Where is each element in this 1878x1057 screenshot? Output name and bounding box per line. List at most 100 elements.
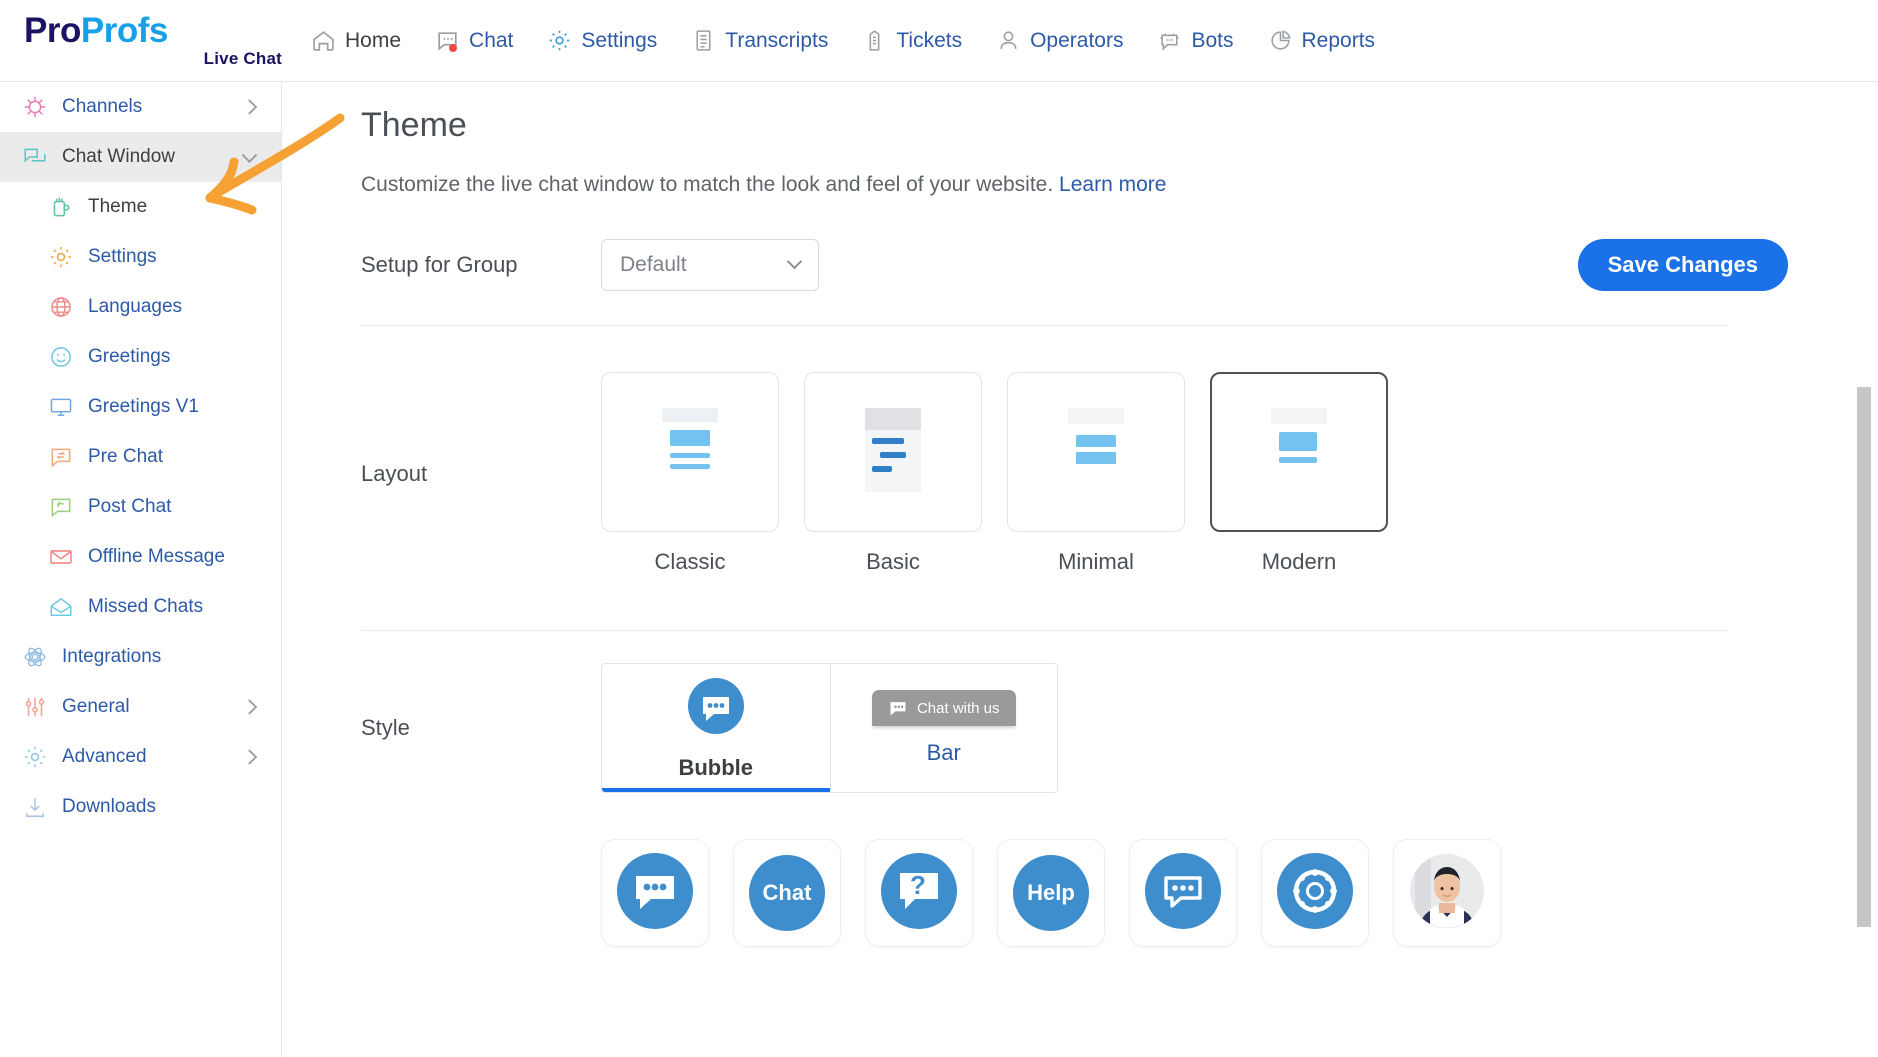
style-tab-bar[interactable]: Chat with us Bar bbox=[829, 664, 1057, 792]
nav-item-tickets[interactable]: Tickets bbox=[845, 18, 979, 63]
sidebar-item-theme[interactable]: Theme bbox=[0, 182, 281, 232]
chevron-down-icon bbox=[786, 253, 803, 269]
sidebar-item-post-chat[interactable]: Post Chat bbox=[0, 482, 281, 532]
page-subtitle: Customize the live chat window to match … bbox=[361, 173, 1878, 197]
layout-options: Classic Basic Minimal Modern bbox=[601, 372, 1388, 575]
layout-name-minimal: Minimal bbox=[1058, 549, 1134, 574]
main-content: Theme Customize the live chat window to … bbox=[283, 82, 1878, 1057]
gear-icon bbox=[547, 28, 572, 53]
brand-name-part1: Pro bbox=[24, 10, 81, 50]
layout-option-modern[interactable]: Modern bbox=[1210, 372, 1388, 575]
nav-item-transcripts[interactable]: Transcripts bbox=[674, 18, 845, 63]
bar-preview: Chat with us bbox=[871, 690, 1016, 726]
layout-card-modern[interactable] bbox=[1210, 372, 1388, 532]
sidebar-label-pre-chat: Pre Chat bbox=[88, 446, 163, 467]
sidebar-item-chat-window[interactable]: Chat Window bbox=[0, 132, 281, 182]
sidebar-item-pre-chat[interactable]: Pre Chat bbox=[0, 432, 281, 482]
nav-item-home[interactable]: Home bbox=[294, 18, 418, 63]
nav-label-bots: Bots bbox=[1191, 28, 1234, 52]
chevron-right-icon bbox=[241, 699, 258, 715]
bubble-dots-outline-icon bbox=[1145, 852, 1221, 934]
operator-photo-icon bbox=[1409, 853, 1485, 934]
sidebar: Channels Chat Window Theme Settings Lang… bbox=[0, 82, 282, 1057]
chevron-right-icon bbox=[241, 99, 258, 115]
sidebar-item-channels[interactable]: Channels bbox=[0, 82, 281, 132]
chat-text-icon: Chat bbox=[749, 855, 825, 931]
bubble-preview-icon bbox=[686, 676, 746, 741]
layout-option-minimal[interactable]: Minimal bbox=[1007, 372, 1185, 575]
bubble-choice-operator-photo[interactable] bbox=[1393, 839, 1501, 947]
sidebar-item-advanced[interactable]: Advanced bbox=[0, 732, 281, 782]
bar-preview-text: Chat with us bbox=[916, 699, 1000, 717]
bubble-choice-help-text[interactable]: Help bbox=[997, 839, 1105, 947]
bubble-icon-choices: Chat ? Help bbox=[601, 839, 1878, 947]
open-envelope-icon bbox=[48, 594, 74, 620]
bubble-choice-chat-text[interactable]: Chat bbox=[733, 839, 841, 947]
sidebar-item-integrations[interactable]: Integrations bbox=[0, 632, 281, 682]
bubble-choice-lifebuoy[interactable] bbox=[1261, 839, 1369, 947]
main-scrollbar-thumb[interactable] bbox=[1857, 387, 1871, 927]
paint-cup-icon bbox=[48, 194, 74, 220]
help-text-icon: Help bbox=[1013, 855, 1089, 931]
sidebar-item-missed-chats[interactable]: Missed Chats bbox=[0, 582, 281, 632]
divider-style-top bbox=[361, 630, 1728, 631]
sidebar-label-downloads: Downloads bbox=[62, 796, 156, 817]
save-changes-button[interactable]: Save Changes bbox=[1577, 239, 1788, 291]
minimal-preview-icon bbox=[1062, 408, 1130, 496]
layout-label: Layout bbox=[361, 460, 428, 486]
setup-for-group-row: Setup for Group Default Save Changes bbox=[361, 239, 1878, 291]
layout-card-basic[interactable] bbox=[804, 372, 982, 532]
sidebar-label-offline-message: Offline Message bbox=[88, 546, 225, 567]
sidebar-label-languages: Languages bbox=[88, 296, 183, 317]
style-tab-label-bubble: Bubble bbox=[678, 754, 754, 780]
sliders-icon bbox=[22, 694, 48, 720]
robot-icon bbox=[1157, 28, 1182, 53]
layout-card-minimal[interactable] bbox=[1007, 372, 1185, 532]
nav-item-reports[interactable]: Reports bbox=[1251, 18, 1393, 63]
brand-logo[interactable]: ProProfs Live Chat bbox=[0, 13, 282, 69]
nav-item-operators[interactable]: Operators bbox=[979, 18, 1140, 63]
sidebar-item-general[interactable]: General bbox=[0, 682, 281, 732]
layout-name-basic: Basic bbox=[866, 549, 920, 574]
sidebar-item-greetings[interactable]: Greetings bbox=[0, 332, 281, 382]
chat-unread-badge bbox=[449, 44, 458, 52]
classic-preview-icon bbox=[656, 408, 724, 496]
ticket-icon bbox=[862, 28, 887, 53]
style-tab-bubble[interactable]: Bubble bbox=[602, 664, 830, 792]
style-tab-label-bar: Bar bbox=[926, 740, 961, 765]
nav-label-chat: Chat bbox=[469, 28, 514, 52]
nav-label-tickets: Tickets bbox=[896, 28, 963, 52]
sidebar-item-greetings-v1[interactable]: Greetings V1 bbox=[0, 382, 281, 432]
sidebar-label-chat-window: Chat Window bbox=[62, 146, 175, 167]
gear-icon bbox=[48, 244, 74, 270]
bubble-choice-dots-filled[interactable] bbox=[601, 839, 709, 947]
sidebar-item-downloads[interactable]: Downloads bbox=[0, 782, 281, 832]
top-bar: ProProfs Live Chat Home Chat Settings Tr… bbox=[0, 0, 1878, 82]
bubble-choice-question[interactable]: ? bbox=[865, 839, 973, 947]
brand-name-part2: Profs bbox=[80, 10, 168, 50]
nav-label-home: Home bbox=[345, 28, 402, 52]
sidebar-label-general: General bbox=[62, 696, 130, 717]
group-select[interactable]: Default bbox=[601, 239, 819, 291]
top-navigation: Home Chat Settings Transcripts Tickets O… bbox=[294, 18, 1392, 63]
nav-item-settings[interactable]: Settings bbox=[530, 18, 674, 63]
sidebar-label-missed-chats: Missed Chats bbox=[88, 596, 204, 617]
nav-item-chat[interactable]: Chat bbox=[418, 18, 530, 63]
learn-more-link[interactable]: Learn more bbox=[1059, 173, 1166, 196]
page-title: Theme bbox=[361, 106, 467, 144]
nav-item-bots[interactable]: Bots bbox=[1140, 18, 1250, 63]
layout-option-basic[interactable]: Basic bbox=[804, 372, 982, 575]
divider-layout-top bbox=[361, 325, 1728, 326]
smiley-icon bbox=[48, 344, 74, 370]
envelope-icon bbox=[48, 544, 74, 570]
sidebar-item-languages[interactable]: Languages bbox=[0, 282, 281, 332]
layout-option-classic[interactable]: Classic bbox=[601, 372, 779, 575]
sidebar-item-offline-message[interactable]: Offline Message bbox=[0, 532, 281, 582]
group-select-value: Default bbox=[620, 253, 687, 276]
sidebar-label-channels: Channels bbox=[62, 96, 143, 117]
post-chat-icon bbox=[48, 494, 74, 520]
style-tabs: Bubble Chat with us Bar bbox=[601, 663, 1058, 793]
layout-card-classic[interactable] bbox=[601, 372, 779, 532]
bubble-choice-dots-outline[interactable] bbox=[1129, 839, 1237, 947]
sidebar-item-settings[interactable]: Settings bbox=[0, 232, 281, 282]
